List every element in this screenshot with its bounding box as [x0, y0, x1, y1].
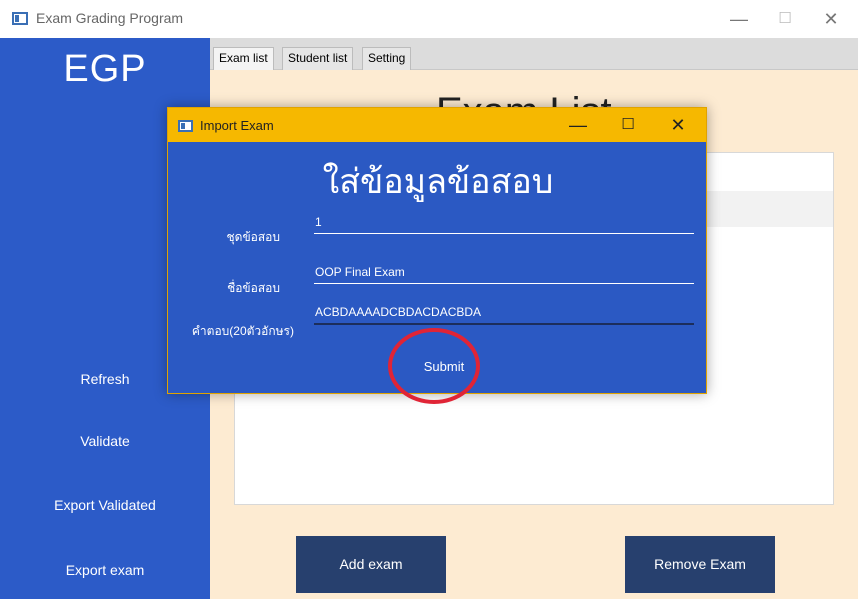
dialog-titlebar: Import Exam — ☐ ✕	[168, 108, 706, 142]
dialog-minimize-icon[interactable]: —	[556, 110, 600, 140]
dialog-heading: ใส่ข้อมูลข้อสอบ	[322, 163, 554, 201]
dialog-maximize-icon[interactable]: ☐	[606, 110, 650, 140]
answer-key-field[interactable]	[314, 301, 694, 325]
answer-key-label: คำตอบ(20ตัวอักษร)	[191, 324, 294, 338]
tab-setting[interactable]: Setting	[362, 47, 412, 70]
close-icon[interactable]: ✕	[808, 4, 854, 34]
export-validated-button[interactable]: Export Validated	[0, 497, 210, 513]
add-exam-button[interactable]: Add exam	[296, 536, 446, 593]
window-title: Exam Grading Program	[36, 10, 184, 26]
exam-set-field[interactable]	[314, 210, 694, 234]
dialog-app-icon	[178, 120, 193, 132]
exam-name-field[interactable]	[314, 260, 694, 284]
minimize-icon[interactable]: —	[716, 4, 762, 34]
remove-exam-button[interactable]: Remove Exam	[625, 536, 775, 593]
annotation-circle	[388, 328, 480, 404]
window-titlebar: Exam Grading Program — ☐ ✕	[0, 0, 858, 38]
exam-set-label: ชุดข้อสอบ	[226, 230, 281, 244]
tab-student-list[interactable]: Student list	[282, 47, 354, 70]
validate-button[interactable]: Validate	[0, 433, 210, 449]
dialog-close-icon[interactable]: ✕	[656, 110, 700, 140]
dialog-title: Import Exam	[200, 118, 274, 133]
tab-exam-list[interactable]: Exam list	[213, 47, 274, 70]
export-exam-button[interactable]: Export exam	[0, 562, 210, 578]
brand-logo: EGP	[63, 48, 147, 90]
app-icon	[12, 12, 28, 25]
exam-name-label: ชื่อข้อสอบ	[227, 281, 280, 295]
tab-bar: Exam list Student list Setting	[210, 38, 858, 70]
maximize-icon[interactable]: ☐	[762, 4, 808, 34]
